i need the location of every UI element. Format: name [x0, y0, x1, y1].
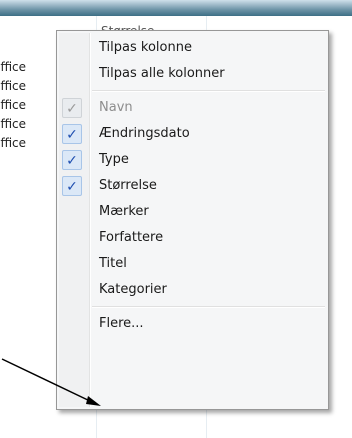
annotation-arrow-icon [1, 358, 101, 406]
